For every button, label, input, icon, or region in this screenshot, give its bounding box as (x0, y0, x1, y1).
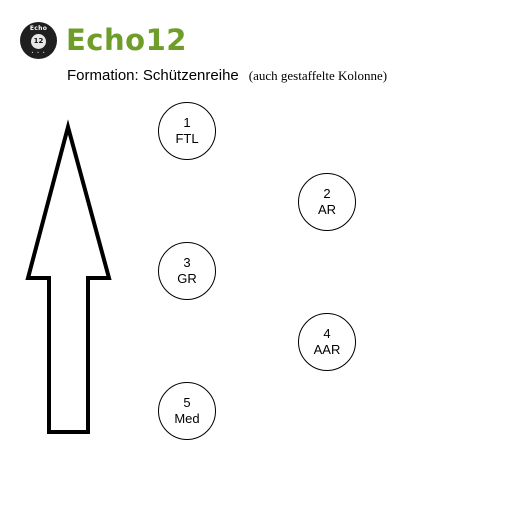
movement-direction-diagram (25, 119, 112, 434)
position-number: 3 (183, 255, 191, 270)
position-role: AR (317, 202, 337, 217)
position-role: AAR (313, 342, 341, 357)
team-member-node: 4 AAR (298, 313, 356, 371)
team-member-node: 5 Med (158, 382, 216, 440)
team-member-node: 2 AR (298, 173, 356, 231)
team-member-node: 3 GR (158, 242, 216, 300)
position-number: 5 (183, 395, 191, 410)
team-member-node: 1 FTL (158, 102, 216, 160)
position-number: 2 (323, 186, 331, 201)
position-number: 1 (183, 115, 191, 130)
position-role: Med (174, 411, 200, 426)
position-number: 4 (323, 326, 331, 341)
position-role: GR (177, 271, 197, 286)
up-arrow-icon (25, 119, 112, 434)
position-role: FTL (175, 131, 199, 146)
